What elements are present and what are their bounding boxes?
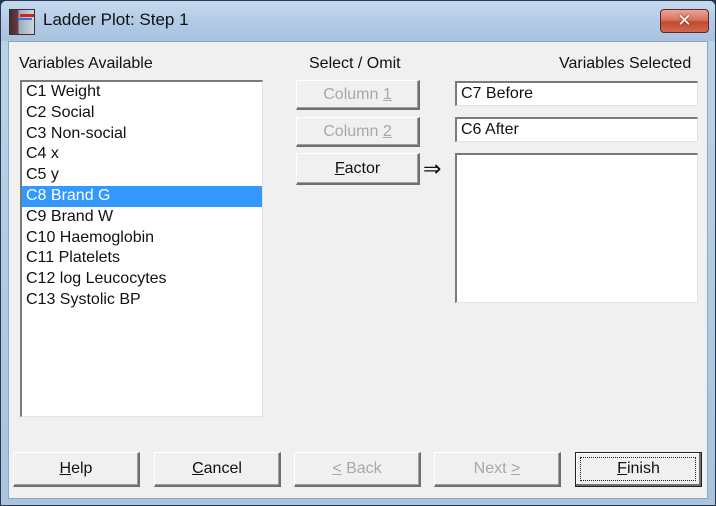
- button-label: ancel: [203, 460, 242, 477]
- button-label: Back: [341, 460, 382, 477]
- finish-button[interactable]: Finish: [575, 452, 702, 487]
- focus-rectangle: [580, 457, 696, 481]
- button-mnemonic: 1: [382, 86, 392, 103]
- variable-list-item[interactable]: C8 Brand G: [22, 185, 262, 207]
- factor-button[interactable]: Factor: [296, 153, 420, 185]
- help-button[interactable]: Help: [13, 452, 140, 487]
- variables-available-list[interactable]: C1 Weight C2 Social C3 Non-social C4 x C5 yC…: [20, 80, 263, 417]
- button-mnemonic: F: [334, 160, 345, 177]
- variable-list-item[interactable]: C3 Non-social: [22, 124, 262, 145]
- button-label: Column: [323, 123, 383, 140]
- back-button[interactable]: < Back: [294, 452, 421, 487]
- title-bar[interactable]: Ladder Plot: Step 1 ✕: [1, 1, 715, 41]
- button-mnemonic: H: [59, 460, 72, 477]
- select-omit-label: Select / Omit: [309, 55, 401, 72]
- right-arrow-icon: ⇒: [423, 156, 442, 181]
- column-2-field[interactable]: C6 After: [455, 117, 698, 142]
- column-2-button[interactable]: Column 2: [296, 117, 420, 147]
- button-label: elp: [71, 460, 93, 477]
- variable-list-item[interactable]: C10 Haemoglobin: [22, 228, 262, 249]
- variable-list-item[interactable]: C13 Systolic BP: [22, 290, 262, 311]
- app-icon-stripe: [18, 18, 32, 20]
- button-mnemonic: <: [332, 460, 342, 477]
- variable-list-item[interactable]: C4 x: [22, 144, 262, 165]
- cancel-button[interactable]: Cancel: [154, 452, 281, 487]
- button-mnemonic: >: [511, 460, 521, 477]
- column-1-button[interactable]: Column 1: [296, 80, 420, 110]
- button-mnemonic: 2: [382, 123, 392, 140]
- variable-list-item[interactable]: C2 Social: [22, 103, 262, 124]
- button-label: actor: [344, 160, 381, 177]
- button-label: Next: [473, 460, 511, 477]
- button-mnemonic: C: [192, 460, 204, 477]
- factor-list[interactable]: [455, 153, 698, 303]
- variable-list-item[interactable]: C5 y: [22, 165, 262, 186]
- window-title: Ladder Plot: Step 1: [43, 10, 189, 29]
- next-button[interactable]: Next >: [434, 452, 561, 487]
- button-label: Column: [323, 86, 383, 103]
- column-1-field[interactable]: C7 Before: [455, 81, 698, 106]
- variable-list-item[interactable]: C9 Brand W: [22, 207, 262, 228]
- close-icon: ✕: [677, 11, 692, 30]
- dialog-window: Ladder Plot: Step 1 ✕ Variables Availabl…: [0, 0, 716, 506]
- dialog-client-area: Variables Available C1 Weight C2 Social C3…: [8, 41, 708, 499]
- variable-list-item[interactable]: C1 Weight: [22, 82, 262, 103]
- variable-list-item[interactable]: C11 Platelets: [22, 248, 262, 269]
- variables-selected-label: Variables Selected: [559, 55, 692, 72]
- close-button[interactable]: ✕: [660, 9, 709, 33]
- app-icon-stripe: [20, 14, 34, 17]
- app-icon: [9, 9, 35, 35]
- variables-available-label: Variables Available: [19, 55, 153, 72]
- variable-list-item[interactable]: C12 log Leucocytes: [22, 269, 262, 290]
